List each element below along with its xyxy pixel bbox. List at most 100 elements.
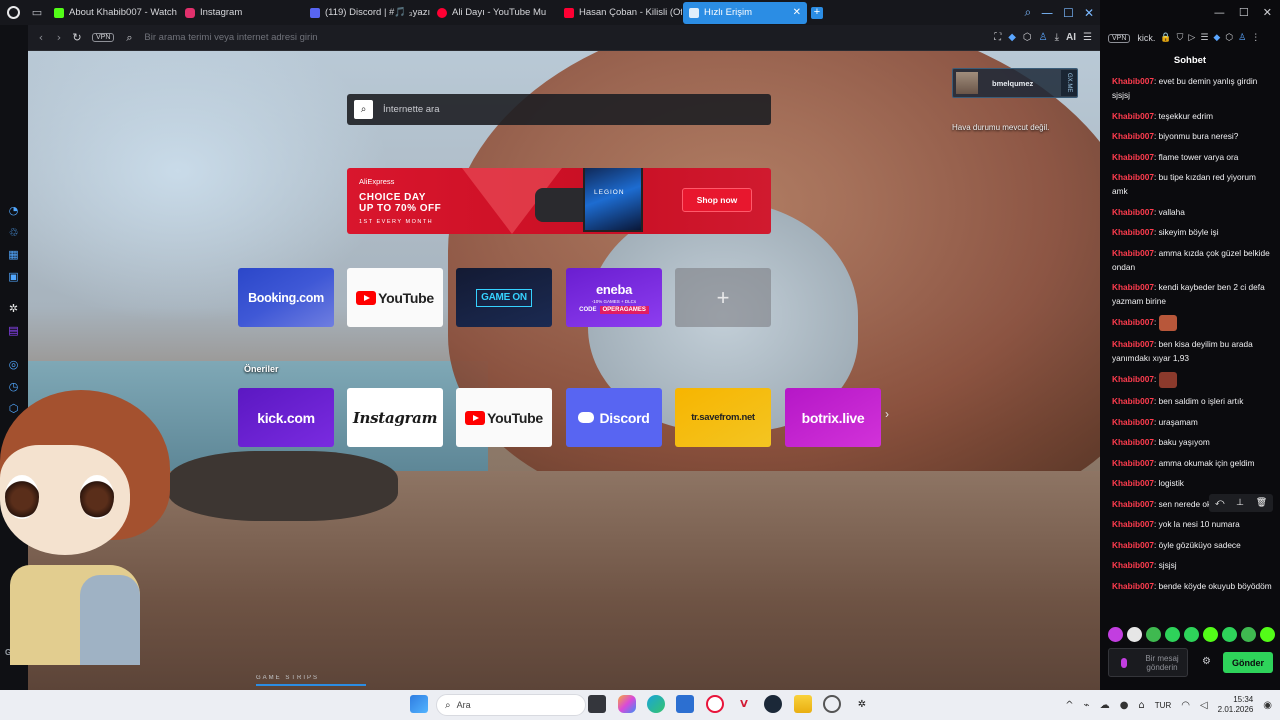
chat-username[interactable]: Khabib007	[1112, 207, 1154, 217]
chat-username[interactable]: Khabib007	[1112, 111, 1154, 121]
player-icon[interactable]: ▣	[6, 269, 21, 284]
hamburger-icon[interactable]: ☰	[1200, 33, 1208, 43]
chat-username[interactable]: Khabib007	[1112, 282, 1154, 292]
chat-username[interactable]: Khabib007	[1112, 560, 1154, 570]
download-icon[interactable]: ⤓	[1055, 32, 1059, 43]
chat-message[interactable]: Khabib007: amma kızda çok güzel belkide …	[1112, 246, 1272, 274]
emote-icon[interactable]	[1203, 627, 1218, 642]
delete-icon[interactable]: 🗑	[1256, 498, 1267, 508]
chat-message[interactable]: Khabib007: kendi kaybeder ben 2 ci defa …	[1112, 280, 1272, 308]
chat-message[interactable]: Khabib007:	[1112, 314, 1272, 331]
emote-icon[interactable]	[1108, 627, 1123, 642]
speed-dial-eneba[interactable]: eneba -10% GAMES + DLCs CODE OPERAGAMES	[566, 268, 662, 327]
usb-icon[interactable]: ⌂	[1138, 700, 1144, 711]
notifications-icon[interactable]: ◉	[1263, 700, 1272, 711]
speed-dial-youtube[interactable]: YouTube	[347, 268, 443, 327]
windows-start-icon[interactable]	[410, 695, 428, 713]
chat-username[interactable]: Khabib007	[1112, 248, 1154, 258]
tab-speed-dial[interactable]: Hızlı Erişim ✕	[683, 1, 807, 24]
steam-icon[interactable]	[764, 695, 782, 713]
tab-youtube-video[interactable]: Hasan Çoban - Kilisli (Offi	[558, 2, 682, 24]
gx-control-icon[interactable]: ◔	[6, 203, 21, 218]
play-icon[interactable]: ▷	[1188, 33, 1195, 43]
profile-icon[interactable]: ♙	[1039, 32, 1048, 43]
chat-username[interactable]: Khabib007	[1112, 458, 1154, 468]
volume-icon[interactable]: ◁	[1200, 700, 1208, 711]
close-window-icon[interactable]: ✕	[1263, 6, 1272, 19]
maximize-icon[interactable]: ☐	[1063, 6, 1074, 20]
network-icon[interactable]: ⌁	[1084, 700, 1090, 711]
chat-settings-icon[interactable]: ⚙	[1202, 656, 1211, 667]
add-site-button[interactable]: +	[675, 268, 771, 327]
chat-message[interactable]: Khabib007: yok la nesi 10 numara	[1112, 517, 1272, 531]
gx-profile-widget[interactable]: bmelqumez GX.ME	[952, 68, 1078, 98]
vpn-badge[interactable]: VPN	[1108, 33, 1131, 43]
opera-gx-icon[interactable]	[706, 695, 724, 713]
chevron-right-icon[interactable]: ›	[885, 407, 889, 421]
chat-message[interactable]: Khabib007: baku yaşıyom	[1112, 435, 1272, 449]
pin-icon[interactable]: ⊥	[1236, 498, 1244, 508]
snapshot-icon[interactable]: ⛶	[994, 32, 1001, 43]
chatgpt-app-icon[interactable]: ✲	[853, 695, 871, 713]
chat-username[interactable]: Khabib007	[1112, 540, 1154, 550]
show-hidden-icon[interactable]: ^	[1065, 700, 1073, 711]
task-view-icon[interactable]	[588, 695, 606, 713]
search-tabs-icon[interactable]: ⌕	[1024, 5, 1031, 20]
lol-client-icon[interactable]	[823, 695, 841, 713]
language-indicator[interactable]: TUR	[1155, 701, 1171, 710]
aria-icon[interactable]: ◆	[1008, 32, 1016, 43]
emote-icon[interactable]	[1146, 627, 1161, 642]
clock[interactable]: 15:34 2.01.2026	[1218, 695, 1254, 715]
minimize-icon[interactable]: —	[1214, 6, 1225, 19]
aria-icon[interactable]: ◆	[1213, 33, 1220, 43]
web-search-box[interactable]: ⌕ İnternette ara	[347, 94, 771, 125]
speed-dial-booking[interactable]: Booking.com	[238, 268, 334, 327]
chat-username[interactable]: Khabib007	[1112, 339, 1154, 349]
shield-icon[interactable]: ⛉	[1177, 33, 1184, 43]
chat-message[interactable]: Khabib007: teşekkur edrim	[1112, 109, 1272, 123]
chat-username[interactable]: Khabib007	[1112, 396, 1154, 406]
new-tab-button[interactable]: +	[811, 6, 823, 19]
file-explorer-icon[interactable]	[794, 695, 812, 713]
extensions-icon[interactable]: ⬡	[1225, 33, 1233, 43]
microphone-icon[interactable]: ●	[1120, 700, 1129, 711]
tab-islands-icon[interactable]: ▭	[26, 0, 48, 25]
close-tab-icon[interactable]: ✕	[793, 7, 801, 18]
opera-menu-button[interactable]	[0, 0, 26, 25]
gx-cleaner-icon[interactable]: ♲	[6, 225, 21, 240]
valorant-icon[interactable]: V	[735, 695, 753, 713]
chat-message[interactable]: Khabib007: uraşamam	[1112, 415, 1272, 429]
suggestion-botrix[interactable]: botrix.live	[785, 388, 881, 447]
chat-message[interactable]: Khabib007:	[1112, 371, 1272, 388]
store-icon[interactable]	[676, 695, 694, 713]
chat-username[interactable]: Khabib007	[1112, 417, 1154, 427]
profile-icon[interactable]: ♙	[1238, 33, 1246, 43]
suggestion-kick[interactable]: kick.com	[238, 388, 334, 447]
chat-message[interactable]: Khabib007: vallaha	[1112, 205, 1272, 219]
tab-discord[interactable]: (119) Discord | #🎵 ₃yazı	[304, 2, 430, 24]
chat-message[interactable]: Khabib007: biyonmu bura neresi?	[1112, 129, 1272, 143]
emote-icon[interactable]	[1260, 627, 1275, 642]
gx-corner-icon[interactable]: ▦	[6, 247, 21, 262]
taskbar-search[interactable]: ⌕ Ara	[436, 694, 586, 716]
chat-message[interactable]: Khabib007: ben kisa deyilim bu arada yan…	[1112, 337, 1272, 365]
edge-icon[interactable]	[647, 695, 665, 713]
chat-message[interactable]: Khabib007: amma okumak için geldim	[1112, 456, 1272, 470]
chat-message[interactable]: Khabib007: sjsjsj	[1112, 558, 1272, 572]
reply-icon[interactable]: ⤺	[1215, 498, 1225, 508]
minimize-icon[interactable]: —	[1041, 6, 1053, 20]
close-window-icon[interactable]: ✕	[1084, 6, 1094, 20]
shop-now-button[interactable]: Shop now	[682, 188, 752, 212]
tab-youtube-music[interactable]: Ali Dayı - YouTube Mu	[431, 2, 557, 24]
ai-button[interactable]: AI	[1066, 32, 1076, 43]
chatgpt-icon[interactable]: ✲	[6, 301, 21, 316]
chat-username[interactable]: Khabib007	[1112, 131, 1154, 141]
forward-icon[interactable]: ›	[50, 31, 68, 44]
send-button[interactable]: Gönder	[1223, 652, 1273, 673]
chat-username[interactable]: Khabib007	[1112, 76, 1154, 86]
maximize-icon[interactable]: ☐	[1239, 6, 1249, 19]
aliexpress-banner[interactable]: AliExpress CHOICE DAY UP TO 70% OFF 1ST …	[347, 168, 771, 234]
back-icon[interactable]: ‹	[32, 31, 50, 44]
chat-username[interactable]: Khabib007	[1112, 581, 1154, 591]
suggestion-savefrom[interactable]: tr.savefrom.net	[675, 388, 771, 447]
